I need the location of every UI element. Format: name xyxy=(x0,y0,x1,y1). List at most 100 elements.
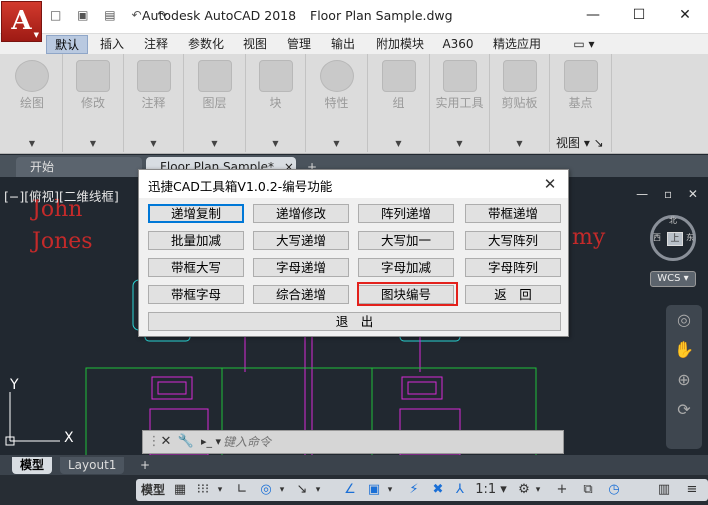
polar-icon[interactable]: ◎ xyxy=(256,479,276,501)
close-icon[interactable]: ✕ xyxy=(532,170,568,198)
wrench-icon[interactable]: 🔧 xyxy=(177,433,195,451)
close-icon[interactable]: ✕ xyxy=(157,433,175,451)
maximize-button[interactable]: ☐ xyxy=(616,0,662,30)
object-snap-tracking-icon[interactable]: ∠ xyxy=(340,479,360,501)
chevron-down-icon[interactable]: ▼ xyxy=(246,139,305,148)
chevron-down-icon[interactable]: ▼ xyxy=(124,139,183,148)
zoom-icon[interactable]: ⊕ xyxy=(666,365,702,395)
annotation-visibility-icon[interactable]: ⚡ xyxy=(404,479,424,501)
tab-output[interactable]: 输出 xyxy=(324,35,362,54)
panel-annotation[interactable]: 注释 ▼ xyxy=(124,54,184,152)
tab-annotate[interactable]: 注释 xyxy=(136,35,176,54)
tab-a360[interactable]: A360 xyxy=(438,35,478,54)
highlight-box xyxy=(357,282,458,306)
wcs-menu[interactable]: WCS ▾ xyxy=(650,271,696,287)
combined-increment-button[interactable]: 综合递增 xyxy=(253,285,349,304)
annotation-scale-icon[interactable]: ⅄ xyxy=(450,479,470,501)
panel-label: 剪贴板 xyxy=(501,96,538,110)
chevron-down-icon[interactable]: ▾ xyxy=(276,479,288,501)
ribbon-tab-bar: 默认 插入 注释 参数化 视图 管理 输出 附加模块 A360 精选应用 ▭ ▾ xyxy=(0,34,708,54)
customization-menu-icon[interactable]: ≡ xyxy=(682,479,702,501)
chevron-down-icon[interactable]: ▼ xyxy=(430,139,489,148)
snap-icon[interactable]: ⁝⁝⁝ xyxy=(192,479,214,501)
pan-hand-icon[interactable]: ✋ xyxy=(666,335,702,365)
viewcube-top-face[interactable]: 上 xyxy=(667,232,683,246)
plus-icon[interactable]: + xyxy=(552,479,572,501)
add-layout-icon[interactable]: + xyxy=(132,457,158,474)
chevron-down-icon[interactable]: ▼ xyxy=(490,139,549,148)
viewport-window-controls[interactable]: — ▫ ✕ xyxy=(636,187,704,201)
view-panel-label[interactable]: 视图 ▾ ↘ xyxy=(556,134,604,151)
framed-uppercase-button[interactable]: 带框大写 xyxy=(148,258,244,277)
steering-wheel-icon[interactable]: ◎ xyxy=(666,305,702,335)
framed-increment-button[interactable]: 带框递增 xyxy=(465,204,561,223)
uppercase-increment-button[interactable]: 大写递增 xyxy=(253,231,349,250)
dialog-title-bar[interactable]: 迅捷CAD工具箱V1.0.2-编号功能 ✕ xyxy=(139,170,568,198)
window-close-button[interactable]: ✕ xyxy=(662,0,708,30)
panel-clipboard[interactable]: 剪贴板 ▼ xyxy=(490,54,550,152)
annotation-scale-select[interactable]: 1:1 ▾ xyxy=(472,479,510,501)
chevron-down-icon[interactable]: ▼ xyxy=(368,139,429,148)
orbit-icon[interactable]: ⟳ xyxy=(666,395,702,425)
return-button[interactable]: 返 回 xyxy=(465,285,561,304)
object-snap-icon[interactable]: ▣ xyxy=(364,479,384,501)
panel-properties[interactable]: 特性 ▼ xyxy=(306,54,368,152)
command-input[interactable] xyxy=(223,434,543,450)
uppercase-array-button[interactable]: 大写阵列 xyxy=(465,231,561,250)
autoscale-icon[interactable]: ✖ xyxy=(428,479,448,501)
clean-screen-icon[interactable]: ▥ xyxy=(654,479,674,501)
command-prompt-icon[interactable]: ▸_ ▾ xyxy=(199,433,223,451)
ribbon-options-icon[interactable]: ▭ ▾ xyxy=(568,35,600,54)
exit-button[interactable]: 退 出 xyxy=(148,312,561,331)
grid-icon[interactable]: ▦ xyxy=(170,479,190,501)
application-menu-button[interactable]: A ▼ xyxy=(1,1,42,42)
panel-modify[interactable]: 修改 ▼ xyxy=(63,54,124,152)
viewport-view-label[interactable]: [−][俯视][二维线框] xyxy=(4,186,119,205)
batch-add-subtract-button[interactable]: 批量加减 xyxy=(148,231,244,250)
chevron-down-icon[interactable]: ▼ xyxy=(184,139,245,148)
panel-layers[interactable]: 图层 ▼ xyxy=(184,54,246,152)
letter-array-button[interactable]: 字母阵列 xyxy=(465,258,561,277)
drawing-text-jones: Jones xyxy=(32,229,93,254)
increment-modify-button[interactable]: 递增修改 xyxy=(253,204,349,223)
panel-utilities[interactable]: 实用工具 ▼ xyxy=(430,54,490,152)
hardware-acceleration-icon[interactable]: ◷ xyxy=(604,479,624,501)
panel-block[interactable]: 块 ▼ xyxy=(246,54,306,152)
dialog-title: 迅捷CAD工具箱V1.0.2-编号功能 xyxy=(148,179,333,194)
tab-start[interactable]: 开始 xyxy=(16,157,142,177)
chevron-down-icon[interactable]: ▼ xyxy=(306,139,367,148)
tab-addins[interactable]: 附加模块 xyxy=(368,35,432,54)
isodraft-icon[interactable]: ↘ xyxy=(292,479,312,501)
viewcube-west[interactable]: 西 xyxy=(653,232,661,243)
tab-insert[interactable]: 插入 xyxy=(92,35,132,54)
viewcube-east[interactable]: 东 xyxy=(686,232,694,243)
viewcube[interactable]: 上 北 西 东 xyxy=(650,215,696,261)
tab-view[interactable]: 视图 xyxy=(236,35,274,54)
tab-featured-apps[interactable]: 精选应用 xyxy=(486,35,548,54)
chevron-down-icon[interactable]: ▼ xyxy=(2,139,62,148)
viewcube-north[interactable]: 北 xyxy=(669,215,677,226)
tab-default[interactable]: 默认 xyxy=(46,35,88,54)
uppercase-plus-one-button[interactable]: 大写加一 xyxy=(358,231,454,250)
ortho-icon[interactable]: ∟ xyxy=(232,479,252,501)
tab-layout1[interactable]: Layout1 xyxy=(60,457,125,474)
tab-model[interactable]: 模型 xyxy=(12,457,53,474)
isolate-objects-icon[interactable]: ⧉ xyxy=(578,479,598,501)
panel-draw[interactable]: 绘图 ▼ xyxy=(2,54,63,152)
model-space-button[interactable]: 模型 xyxy=(138,479,168,501)
letter-increment-button[interactable]: 字母递增 xyxy=(253,258,349,277)
array-increment-button[interactable]: 阵列递增 xyxy=(358,204,454,223)
letter-add-subtract-button[interactable]: 字母加减 xyxy=(358,258,454,277)
increment-copy-button[interactable]: 递增复制 xyxy=(148,204,244,223)
tab-manage[interactable]: 管理 xyxy=(280,35,318,54)
minimize-button[interactable]: — xyxy=(570,0,616,30)
chevron-down-icon[interactable]: ▾ xyxy=(214,479,226,501)
chevron-down-icon[interactable]: ▾ xyxy=(532,479,544,501)
panel-groups[interactable]: 组 ▼ xyxy=(368,54,430,152)
chevron-down-icon[interactable]: ▾ xyxy=(384,479,396,501)
tab-parametric[interactable]: 参数化 xyxy=(180,35,232,54)
chevron-down-icon[interactable]: ▾ xyxy=(312,479,324,501)
gear-icon[interactable]: ⚙ xyxy=(514,479,534,501)
chevron-down-icon[interactable]: ▼ xyxy=(63,139,123,148)
framed-letter-button[interactable]: 带框字母 xyxy=(148,285,244,304)
